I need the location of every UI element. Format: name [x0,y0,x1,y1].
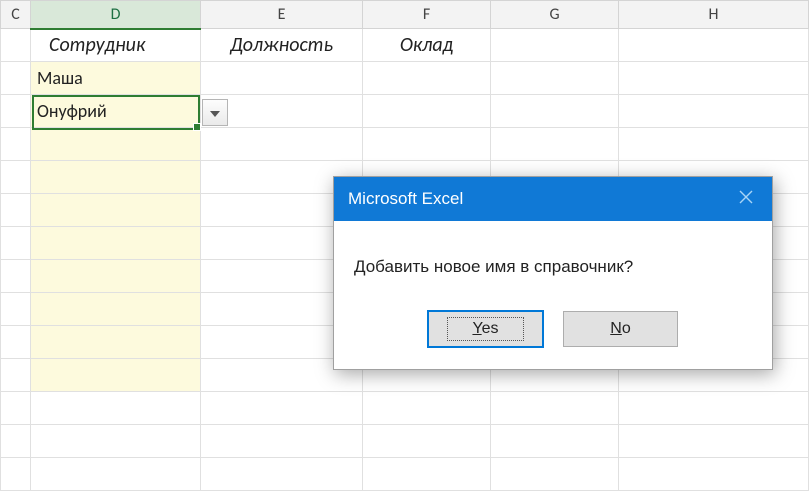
cell-d10[interactable] [31,359,201,392]
colhead-c[interactable]: C [1,1,31,29]
cell-c5[interactable] [1,194,31,227]
cell-f1[interactable] [363,62,491,95]
dialog-button-row: Yes No [334,297,772,369]
cell-e11[interactable] [201,392,363,425]
colhead-f[interactable]: F [363,1,491,29]
cell-g-header[interactable] [491,29,619,62]
cell-e3[interactable] [201,128,363,161]
cell-f11[interactable] [363,392,491,425]
no-rest: o [622,320,631,337]
cell-g1[interactable] [491,62,619,95]
colhead-g[interactable]: G [491,1,619,29]
cell-d-header[interactable]: Сотрудник [31,29,201,62]
cell-g11[interactable] [491,392,619,425]
cell-f12[interactable] [363,425,491,458]
cell-e1[interactable] [201,62,363,95]
cell-c9[interactable] [1,326,31,359]
cell-h-header[interactable] [619,29,809,62]
cell-c6[interactable] [1,227,31,260]
cell-d6[interactable] [31,227,201,260]
cell-c7[interactable] [1,260,31,293]
cell-h3[interactable] [619,128,809,161]
cell-g3[interactable] [491,128,619,161]
cell-c3[interactable] [1,128,31,161]
cell-c-header[interactable] [1,29,31,62]
cell-g2[interactable] [491,95,619,128]
cell-d3[interactable] [31,128,201,161]
cell-f3[interactable] [363,128,491,161]
cell-c8[interactable] [1,293,31,326]
close-icon [739,189,753,209]
cell-e13[interactable] [201,458,363,491]
cell-h2[interactable] [619,95,809,128]
cell-f2[interactable] [363,95,491,128]
column-header-row: C D E F G H [1,1,809,29]
cell-d13[interactable] [31,458,201,491]
cell-g12[interactable] [491,425,619,458]
dialog-close-button[interactable] [720,177,772,221]
cell-h1[interactable] [619,62,809,95]
yes-mnemonic: Y [472,320,481,337]
cell-c1[interactable] [1,62,31,95]
dialog-titlebar[interactable]: Microsoft Excel [334,177,772,221]
cell-e-header[interactable]: Должность [201,29,363,62]
cell-d4[interactable] [31,161,201,194]
dialog-title-text: Microsoft Excel [348,189,463,209]
colhead-e[interactable]: E [201,1,363,29]
cell-d8[interactable] [31,293,201,326]
header-row: Сотрудник Должность Оклад [1,29,809,62]
cell-h12[interactable] [619,425,809,458]
cell-d5[interactable] [31,194,201,227]
cell-g13[interactable] [491,458,619,491]
data-row-2: Онуфрий [1,95,809,128]
colhead-h[interactable]: H [619,1,809,29]
cell-c12[interactable] [1,425,31,458]
cell-e12[interactable] [201,425,363,458]
data-row-1: Маша [1,62,809,95]
yes-button[interactable]: Yes [428,311,543,347]
cell-h13[interactable] [619,458,809,491]
cell-d12[interactable] [31,425,201,458]
cell-c13[interactable] [1,458,31,491]
message-dialog: Microsoft Excel Добавить новое имя в спр… [333,176,773,370]
cell-c11[interactable] [1,392,31,425]
dropdown-button[interactable] [202,99,228,126]
cell-f-header[interactable]: Оклад [363,29,491,62]
cell-c2[interactable] [1,95,31,128]
cell-d1[interactable]: Маша [31,62,201,95]
cell-f13[interactable] [363,458,491,491]
cell-c10[interactable] [1,359,31,392]
cell-d9[interactable] [31,326,201,359]
no-mnemonic: N [610,320,622,337]
cell-d2-active[interactable]: Онуфрий [31,95,201,128]
cell-d11[interactable] [31,392,201,425]
dialog-message: Добавить новое имя в справочник? [334,221,772,297]
yes-rest: es [482,320,499,337]
colhead-d[interactable]: D [31,1,201,29]
no-button[interactable]: No [563,311,678,347]
cell-d7[interactable] [31,260,201,293]
cell-c4[interactable] [1,161,31,194]
cell-h11[interactable] [619,392,809,425]
chevron-down-icon [210,103,220,122]
